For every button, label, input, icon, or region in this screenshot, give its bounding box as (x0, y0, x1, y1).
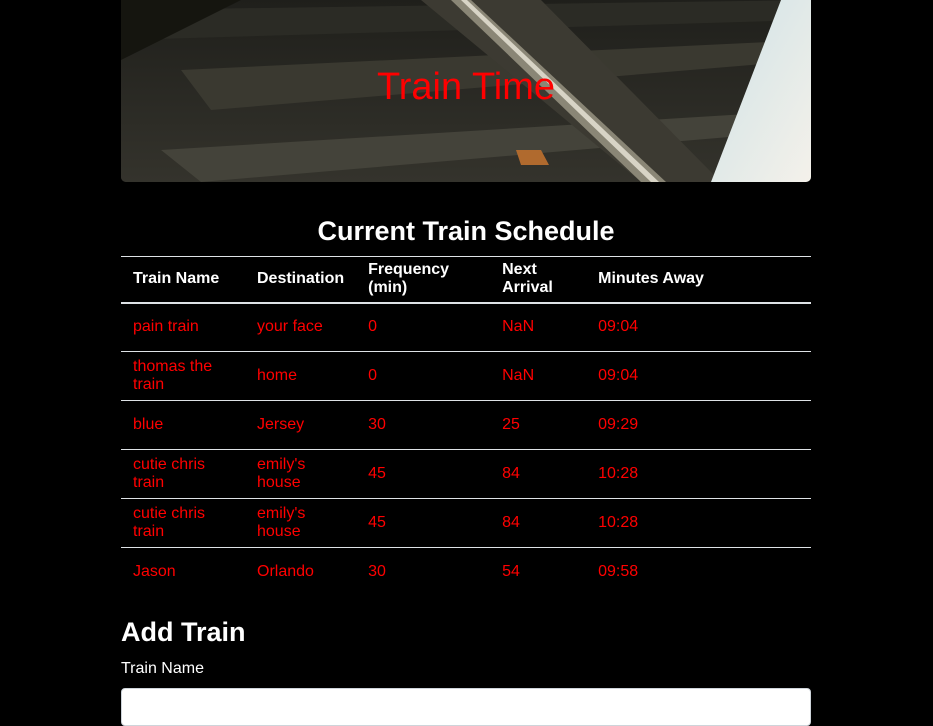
train-schedule-table: Train Name Destination Frequency (min) N… (121, 256, 811, 597)
column-header-train-name: Train Name (121, 256, 245, 304)
cell-next-arrival: 54 (490, 547, 587, 597)
cell-train-name: pain train (133, 318, 199, 336)
cell-next-arrival: NaN (490, 351, 587, 401)
cell-destination: emily's house (245, 449, 357, 499)
train-name-label: Train Name (121, 660, 204, 677)
cell-minutes-away: 09:29 (586, 400, 811, 450)
table-row: Jason Orlando 30 54 09:58 (121, 547, 811, 597)
table-row: cutie chris train emily's house 45 84 10… (121, 449, 811, 499)
cell-minutes-away: 09:04 (586, 351, 811, 401)
train-name-input[interactable] (121, 688, 811, 726)
cell-destination: Orlando (245, 547, 357, 597)
cell-destination: home (245, 351, 357, 401)
cell-train-name: Jason (121, 547, 245, 597)
cell-next-arrival: NaN (502, 318, 535, 336)
cell-frequency: 0 (356, 351, 491, 401)
cell-destination: emily's house (245, 498, 357, 548)
cell-minutes-away: 10:28 (586, 498, 811, 548)
cell-frequency: 0 (368, 318, 378, 336)
page-title: Train Time (376, 66, 556, 108)
cell-next-arrival: 84 (490, 498, 587, 548)
table-row: pain train your face 0 NaN 09:04 (121, 303, 811, 352)
cell-next-arrival: 25 (490, 400, 587, 450)
cell-train-name: thomas the train (121, 351, 245, 401)
schedule-heading: Current Train Schedule (317, 216, 615, 246)
cell-frequency: 45 (356, 498, 491, 548)
table-row: blue Jersey 30 25 09:29 (121, 400, 811, 450)
cell-destination: Jersey (245, 400, 357, 450)
cell-minutes-away: 09:04 (598, 318, 639, 336)
cell-frequency: 45 (356, 449, 491, 499)
cell-train-name: cutie chris train (121, 449, 245, 499)
column-header-frequency: Frequency (min) (356, 256, 491, 304)
cell-train-name: cutie chris train (121, 498, 245, 548)
column-header-next-arrival: Next Arrival (490, 256, 587, 304)
cell-minutes-away: 10:28 (586, 449, 811, 499)
cell-destination: your face (257, 318, 323, 336)
cell-train-name: blue (121, 400, 245, 450)
page-container: Train Time Current Train Schedule Train … (121, 0, 811, 726)
table-row: thomas the train home 0 NaN 09:04 (121, 351, 811, 401)
cell-frequency: 30 (356, 400, 491, 450)
add-train-heading: Add Train (121, 617, 246, 647)
table-row: cutie chris train emily's house 45 84 10… (121, 498, 811, 548)
column-header-destination: Destination (245, 256, 357, 304)
cell-frequency: 30 (356, 547, 491, 597)
header-banner: Train Time (121, 0, 811, 182)
cell-minutes-away: 09:58 (586, 547, 811, 597)
table-header-row: Train Name Destination Frequency (min) N… (121, 256, 811, 304)
cell-next-arrival: 84 (490, 449, 587, 499)
column-header-minutes-away: Minutes Away (586, 256, 811, 304)
